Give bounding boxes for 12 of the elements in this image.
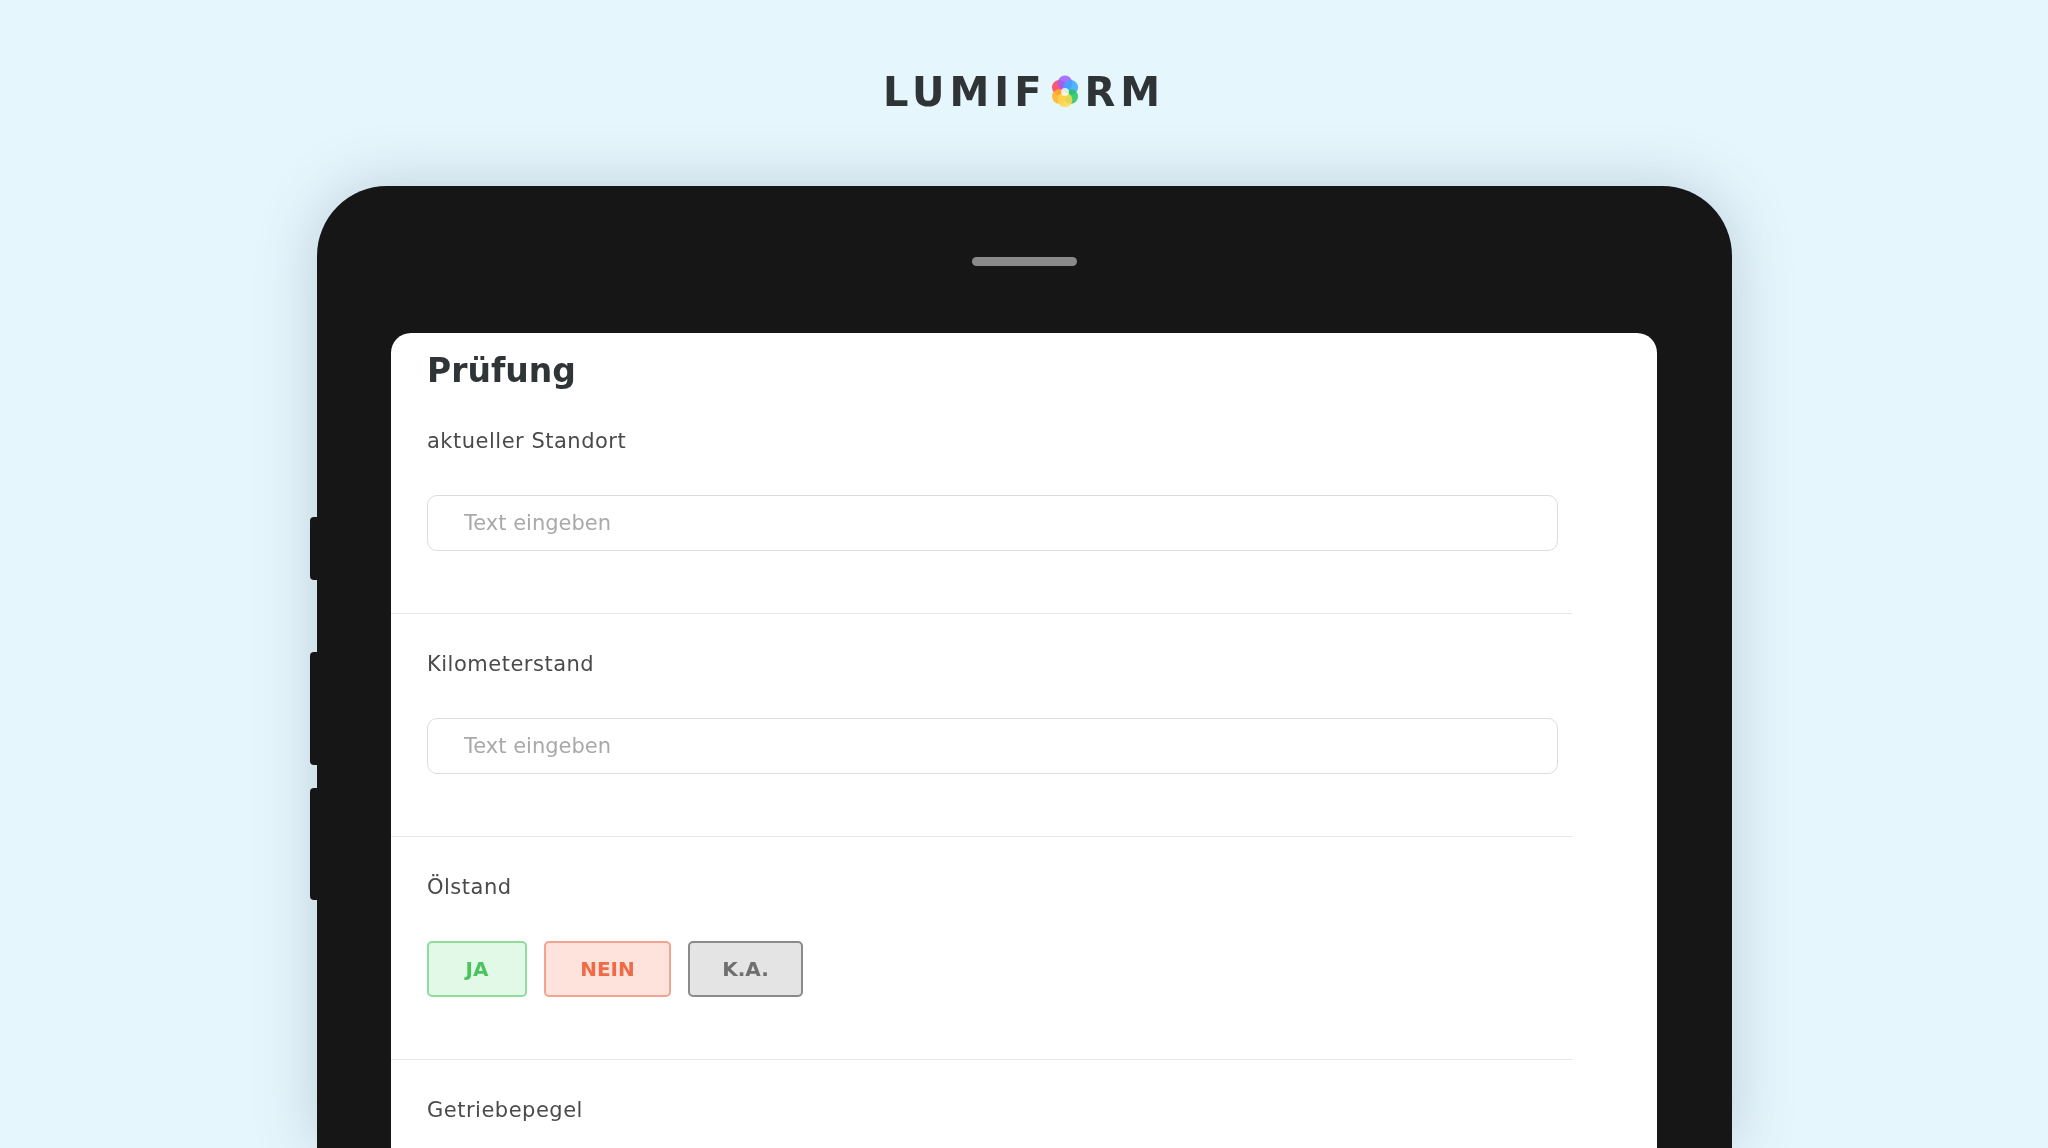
form-title: Prüfung [427, 351, 577, 391]
text-field[interactable]: Text eingeben [427, 718, 1558, 774]
logo-text: RM [1084, 73, 1166, 111]
option-button[interactable]: JA [427, 941, 527, 997]
text-field[interactable]: Text eingeben [427, 495, 1558, 551]
field-label: Ölstand [427, 875, 513, 899]
field-label: aktueller Standort [427, 429, 628, 453]
option-button[interactable]: NEIN [544, 941, 671, 997]
logo-text: LUMIF [882, 73, 1047, 111]
field-label: Getriebepegel [427, 1098, 584, 1122]
field-label: Kilometerstand [427, 652, 596, 676]
option-button[interactable]: K.A. [688, 941, 803, 997]
